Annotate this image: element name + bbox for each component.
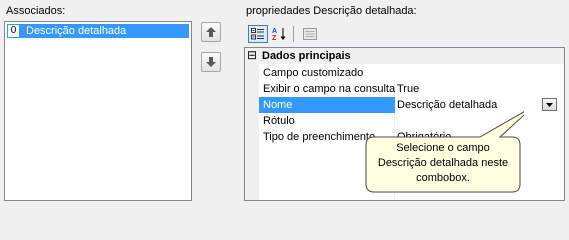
property-name: Nome [263, 99, 293, 111]
svg-text:Z: Z [272, 35, 277, 41]
combobox-dropdown-button[interactable] [542, 98, 557, 111]
property-row[interactable]: Campo customizado [259, 65, 564, 81]
list-item-label: Descrição detalhada [26, 25, 127, 37]
associados-label: Associados: [6, 5, 66, 17]
arrow-down-icon [206, 57, 216, 67]
svg-text:A: A [272, 28, 277, 35]
callout-line-2: Descrição detalhada neste [377, 157, 509, 169]
callout-line-3: combobox. [416, 172, 470, 184]
toolbar-separator [293, 26, 294, 42]
category-row[interactable]: ⊟ Dados principais [245, 48, 564, 64]
list-item[interactable]: 0 Descrição detalhada [7, 24, 189, 38]
sort-alphabetical-icon: A Z [272, 28, 286, 41]
property-name: Rótulo [263, 115, 295, 127]
callout-line-1: Selecione o campo [396, 142, 490, 154]
move-down-button[interactable] [201, 52, 221, 72]
sort-alphabetical-button[interactable]: A Z [270, 25, 290, 43]
move-up-button[interactable] [201, 22, 221, 42]
category-title: Dados principais [262, 50, 351, 62]
hint-callout: Selecione o campo Descrição detalhada ne… [362, 111, 524, 193]
property-value: True [397, 83, 420, 95]
property-grid-gutter [245, 48, 259, 200]
property-name: Exibir o campo na consulta [263, 83, 396, 95]
collapse-icon[interactable]: ⊟ [247, 49, 257, 61]
property-row[interactable]: Exibir o campo na consulta True [259, 81, 564, 97]
property-pages-icon [303, 28, 317, 40]
arrow-up-icon [206, 27, 216, 37]
property-pages-button[interactable] [300, 25, 320, 43]
property-name: Campo customizado [263, 67, 364, 79]
categorized-view-button[interactable] [248, 25, 268, 43]
properties-label: propriedades Descrição detalhada: [246, 5, 417, 17]
categorized-view-icon [251, 28, 264, 40]
chevron-down-icon [546, 102, 553, 107]
list-item-index: 0 [8, 25, 19, 37]
associated-fields-list[interactable]: 0 Descrição detalhada [4, 21, 192, 201]
property-name: Tipo de preenchimento [263, 131, 376, 143]
